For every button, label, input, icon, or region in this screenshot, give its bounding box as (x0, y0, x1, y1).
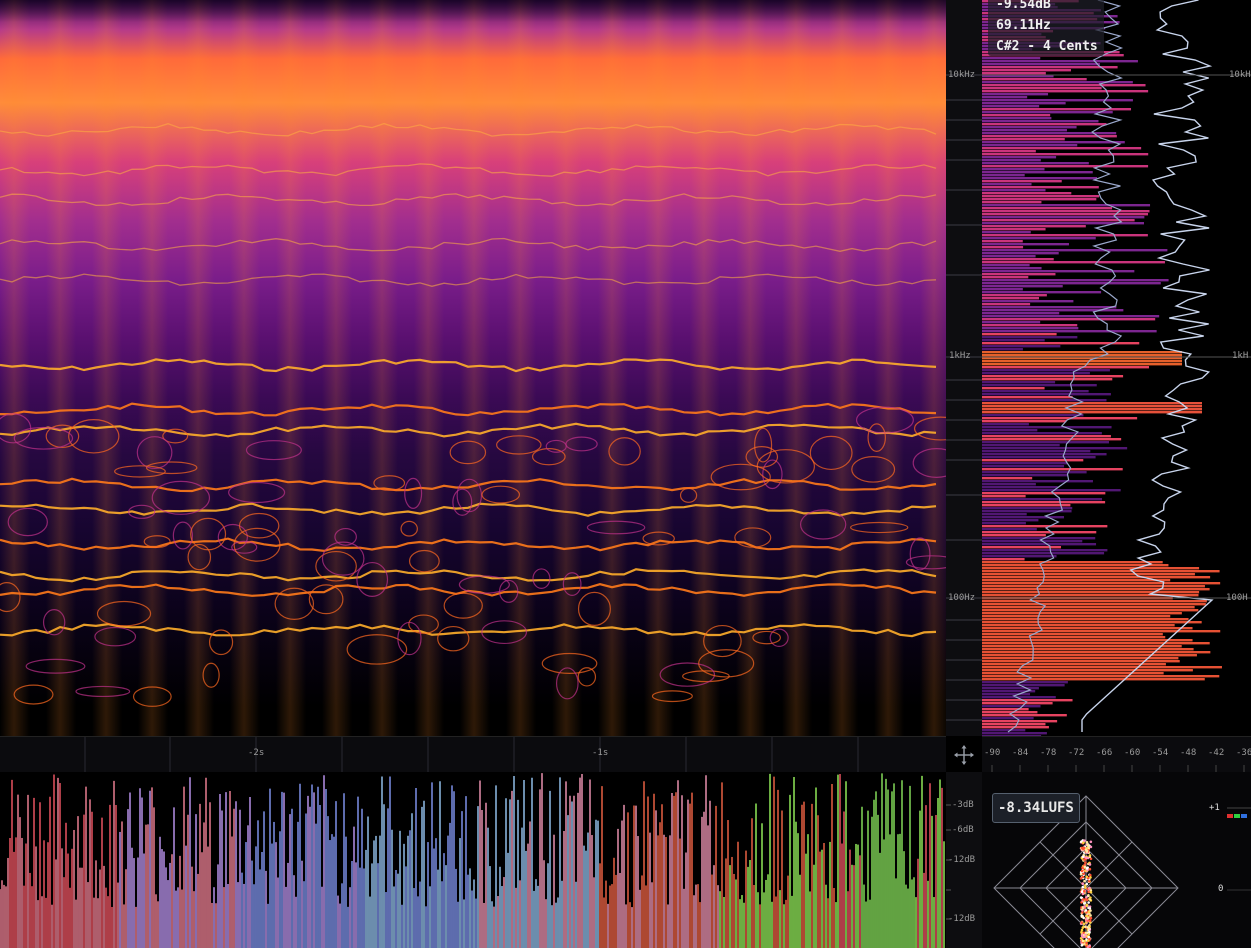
freq-label-10khz: 10kHz (948, 70, 976, 80)
db-tick-label: -72 (1068, 748, 1085, 758)
spectrogram-harmonics (0, 122, 946, 707)
frequency-axis-ticks (946, 74, 982, 721)
wave-label-3db: -3dB (952, 800, 974, 810)
time-label-1s: -1s (592, 748, 609, 758)
time-label-2s: -2s (248, 748, 265, 758)
time-axis: -2s -1s (0, 736, 946, 774)
frequency-axis: 10kHz 1kHz 100Hz (946, 0, 982, 736)
db-tick-label: -66 (1096, 748, 1113, 758)
freq-label-100hz: 100Hz (948, 593, 976, 603)
cursor-readout: -9.54dB 69.11Hz C#2 - 4 Cents (988, 0, 1104, 56)
waveform-plot (0, 773, 945, 948)
meter-label-0: 0 (1218, 884, 1224, 894)
lufs-readout: -8.34LUFS (992, 793, 1080, 823)
db-tick-label: -36 (1236, 748, 1251, 758)
readout-db: -9.54dB (996, 0, 1051, 12)
readout-note: C#2 - 4 Cents (996, 39, 1098, 54)
db-tick-label: -48 (1180, 748, 1197, 758)
db-tick-label: -78 (1040, 748, 1057, 758)
readout-frequency: 69.11Hz (996, 18, 1051, 33)
level-meter-bars (1227, 807, 1251, 891)
waveform-view[interactable] (0, 772, 946, 948)
spectrum-plot (982, 0, 1251, 736)
freq-label-1khz: 1kHz (949, 351, 971, 361)
level-meter: +1 0 (1202, 772, 1251, 948)
db-tick-label: -90 (984, 748, 1001, 758)
move-crosshair-icon[interactable] (953, 744, 975, 766)
wave-label-12db-bottom: -12dB (948, 914, 976, 924)
spectrum-label-1k: 1kH (1232, 351, 1249, 361)
wave-label-12db-top: -12dB (948, 855, 976, 865)
spectrum-label-10k: 10kH (1229, 70, 1251, 80)
spectrum-analyzer[interactable]: 10kH 1kH 100H (982, 0, 1251, 736)
db-axis: -90 -84 -78 -72 -66 -60 -54 -48 -42 -36 (982, 736, 1251, 774)
db-tick-label: -42 (1208, 748, 1225, 758)
db-tick-label: -54 (1152, 748, 1169, 758)
spectrum-label-100: 100H (1226, 593, 1248, 603)
meter-label-plus1: +1 (1209, 803, 1220, 813)
spectrogram-view[interactable] (0, 0, 946, 736)
wave-label-6db: -6dB (952, 825, 974, 835)
time-axis-ticks (84, 737, 859, 773)
db-tick-label: -60 (1124, 748, 1141, 758)
waveform-db-axis: -3dB -6dB -12dB -12dB (946, 772, 982, 948)
db-tick-label: -84 (1012, 748, 1029, 758)
